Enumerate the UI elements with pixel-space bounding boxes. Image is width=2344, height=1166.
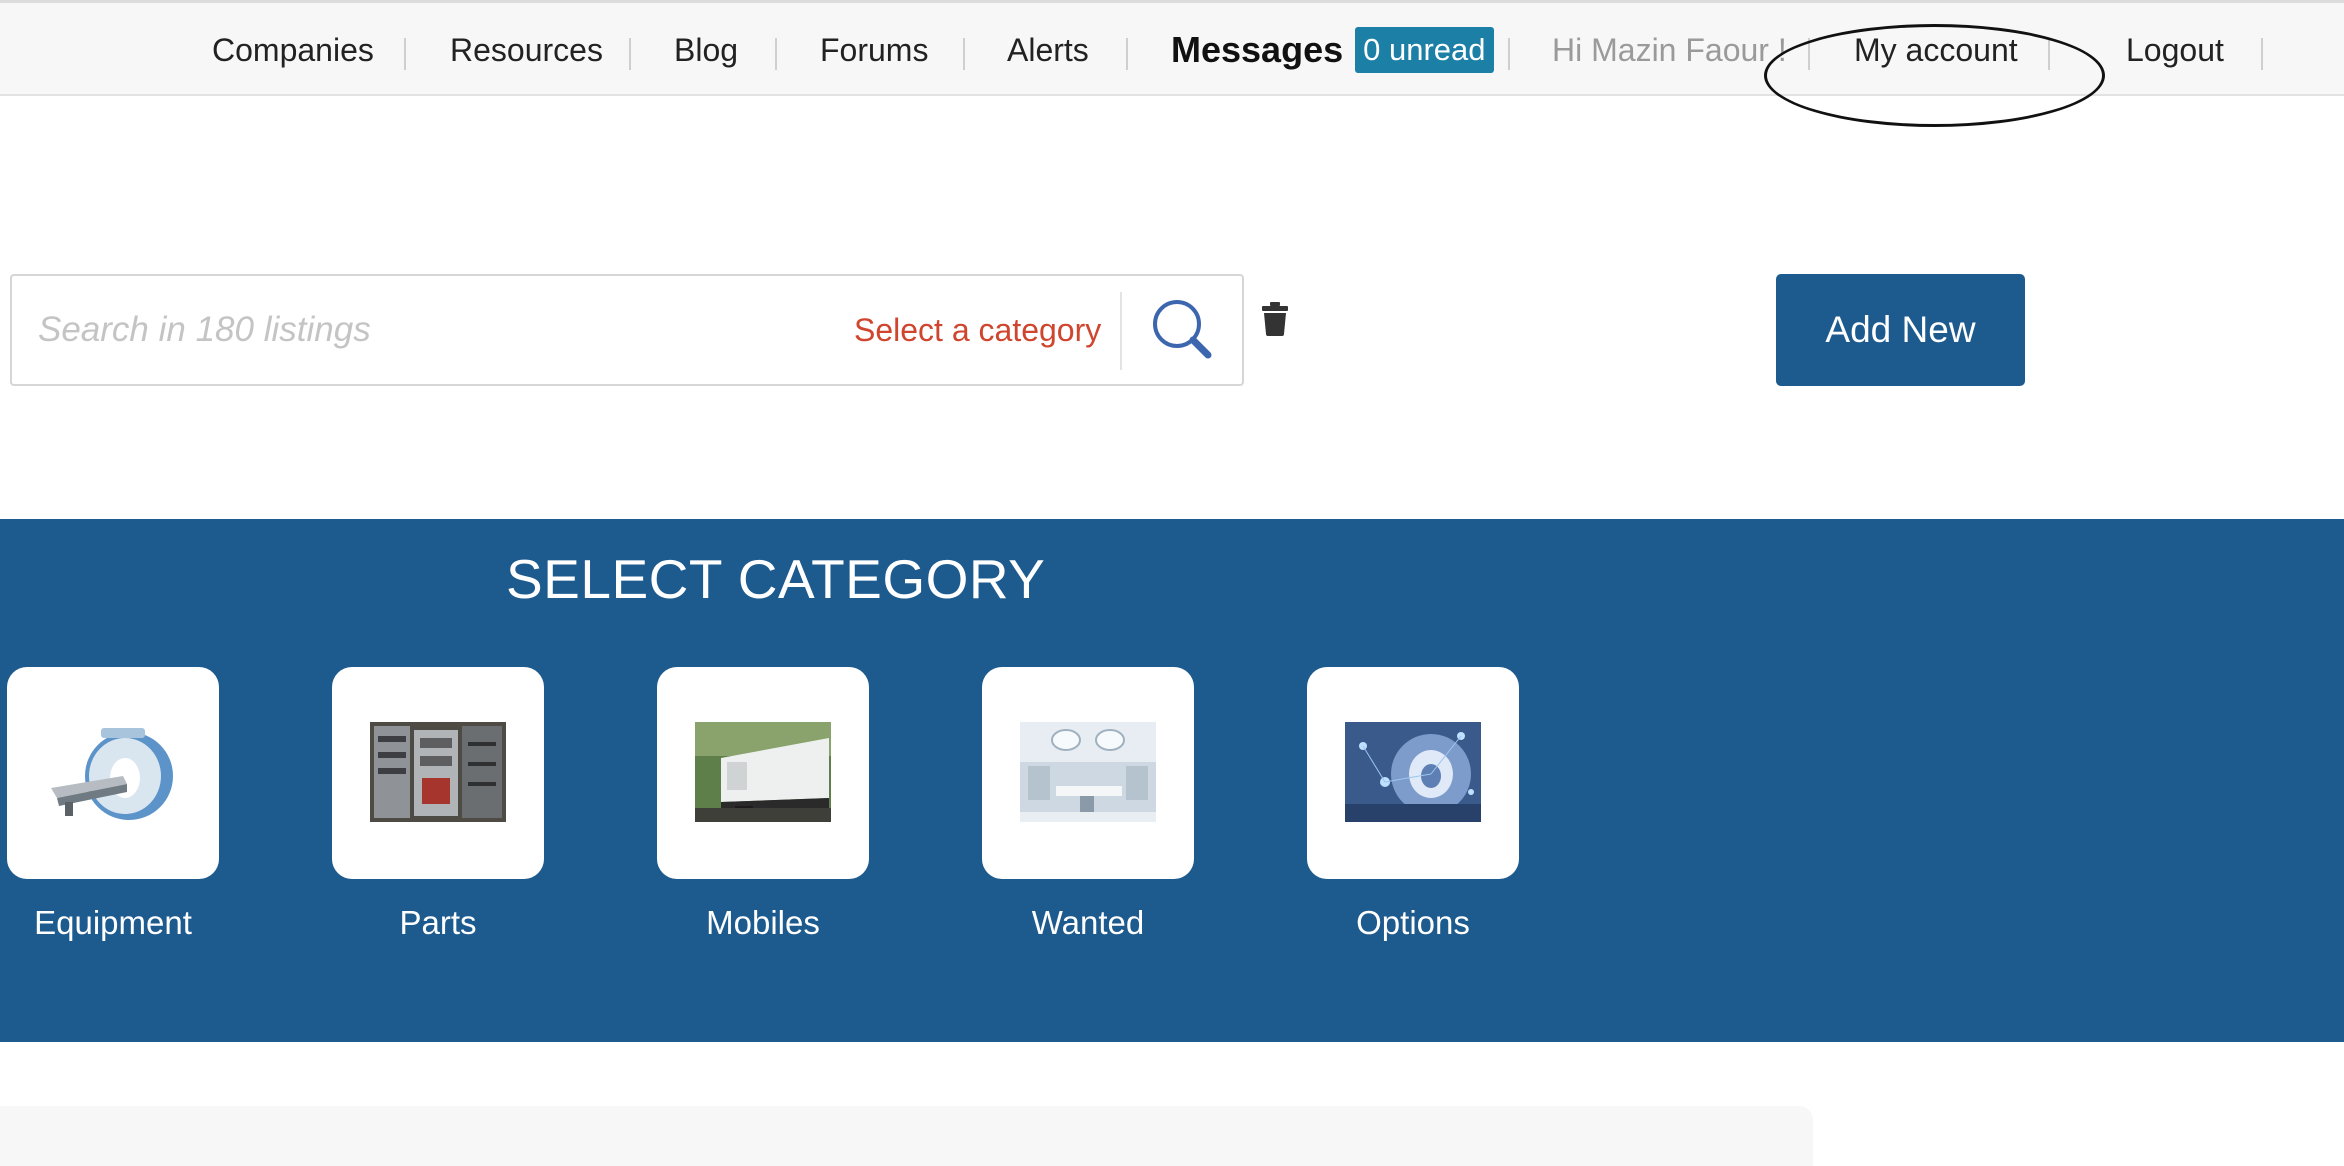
nav-divider	[1808, 38, 1810, 70]
messages-label: Messages	[1171, 29, 1344, 70]
search-bar: Select a category	[10, 274, 1244, 386]
nav-forums[interactable]: Forums	[820, 3, 928, 97]
search-input[interactable]	[36, 276, 816, 384]
mri-scanner-image	[45, 722, 181, 822]
nav-messages[interactable]: Messages 0 unread	[1171, 3, 1494, 97]
search-button[interactable]	[1124, 276, 1242, 384]
category-tile-wanted[interactable]	[982, 667, 1194, 879]
category-select[interactable]: Select a category	[854, 276, 1101, 384]
clear-search-button[interactable]	[1262, 302, 1288, 336]
listings-panel	[0, 1106, 1813, 1166]
nav-divider	[629, 38, 631, 70]
category-label-wanted[interactable]: Wanted	[982, 904, 1194, 942]
user-greeting: Hi Mazin Faour !	[1552, 31, 1787, 68]
category-tile-parts[interactable]	[332, 667, 544, 879]
category-tile-mobiles[interactable]	[657, 667, 869, 879]
nav-divider	[2048, 38, 2050, 70]
top-navigation: Companies Resources Blog Forums Alerts M…	[0, 0, 2344, 96]
category-tile-options[interactable]	[1307, 667, 1519, 879]
nav-divider	[775, 38, 777, 70]
search-divider	[1120, 292, 1122, 370]
unread-badge: 0 unread	[1355, 27, 1494, 73]
nav-companies[interactable]: Companies	[212, 3, 374, 97]
category-label-equipment[interactable]: Equipment	[7, 904, 219, 942]
nav-divider	[963, 38, 965, 70]
mobile-trailer-image	[695, 722, 831, 822]
tech-scanner-image	[1345, 722, 1481, 822]
nav-blog[interactable]: Blog	[674, 3, 738, 97]
server-cabinet-image	[370, 722, 506, 822]
nav-alerts[interactable]: Alerts	[1007, 3, 1089, 97]
category-label-mobiles[interactable]: Mobiles	[657, 904, 869, 942]
trash-icon	[1262, 302, 1288, 336]
nav-logout[interactable]: Logout	[2126, 3, 2224, 97]
nav-divider	[1508, 38, 1510, 70]
category-tile-equipment[interactable]	[7, 667, 219, 879]
nav-my-account[interactable]: My account	[1854, 3, 2018, 97]
category-label-options[interactable]: Options	[1307, 904, 1519, 942]
nav-divider	[404, 38, 406, 70]
search-icon	[1153, 300, 1212, 359]
category-section: SELECT CATEGORY Equipment Parts Mobiles …	[0, 519, 2344, 1042]
nav-divider	[1126, 38, 1128, 70]
operating-room-image	[1020, 722, 1156, 822]
nav-resources[interactable]: Resources	[450, 3, 603, 97]
nav-divider	[2261, 38, 2263, 70]
category-label-parts[interactable]: Parts	[332, 904, 544, 942]
category-section-title: SELECT CATEGORY	[506, 548, 1046, 610]
add-new-button[interactable]: Add New	[1776, 274, 2025, 386]
